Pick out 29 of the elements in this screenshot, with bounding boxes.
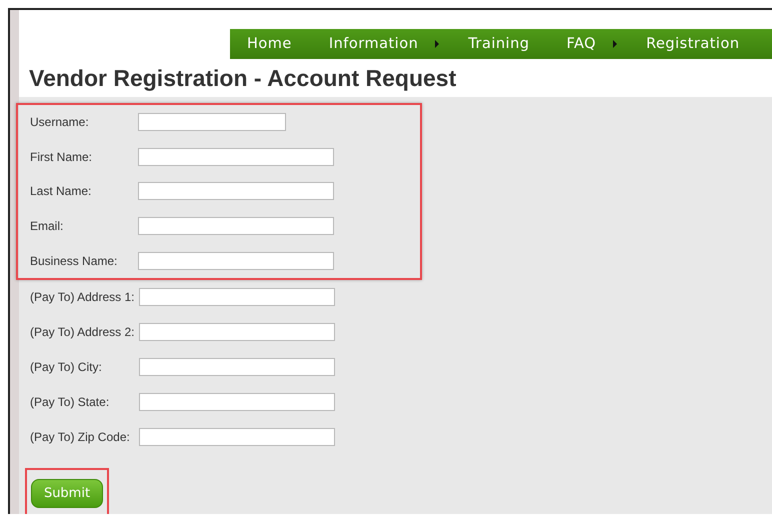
field-label: Email: [30, 219, 64, 234]
input-field[interactable] [139, 323, 335, 342]
field-label: Business Name: [30, 254, 118, 268]
input-field[interactable] [138, 252, 334, 270]
nav-link[interactable]: Information [328, 36, 418, 52]
caret-icon [613, 40, 618, 48]
input-field[interactable] [138, 148, 334, 166]
input-field[interactable] [139, 393, 335, 412]
input-field[interactable] [139, 288, 335, 306]
nav-link[interactable]: FAQ [566, 36, 596, 52]
field-label: (Pay To) City: [30, 360, 103, 374]
field-label: Username: [30, 115, 90, 130]
nav-link[interactable]: Training [468, 36, 530, 52]
input-field[interactable] [138, 113, 286, 132]
nav-link[interactable]: Registration [646, 36, 740, 52]
input-field[interactable] [139, 358, 335, 376]
field-label: First Name: [30, 150, 94, 164]
caret-icon [435, 40, 440, 48]
field-label: Last Name: [30, 184, 92, 198]
nav-link[interactable]: Home [247, 36, 292, 52]
page-title: Vendor Registration - Account Request [29, 65, 458, 91]
input-field[interactable] [138, 182, 334, 200]
field-label: (Pay To) Address 2: [30, 325, 136, 340]
input-field[interactable] [138, 217, 334, 236]
submit-button[interactable]: Submit [31, 478, 103, 508]
field-label: (Pay To) State: [30, 395, 110, 410]
field-label: (Pay To) Zip Code: [30, 430, 131, 444]
field-label: (Pay To) Address 1: [30, 290, 136, 304]
input-field[interactable] [139, 428, 335, 446]
